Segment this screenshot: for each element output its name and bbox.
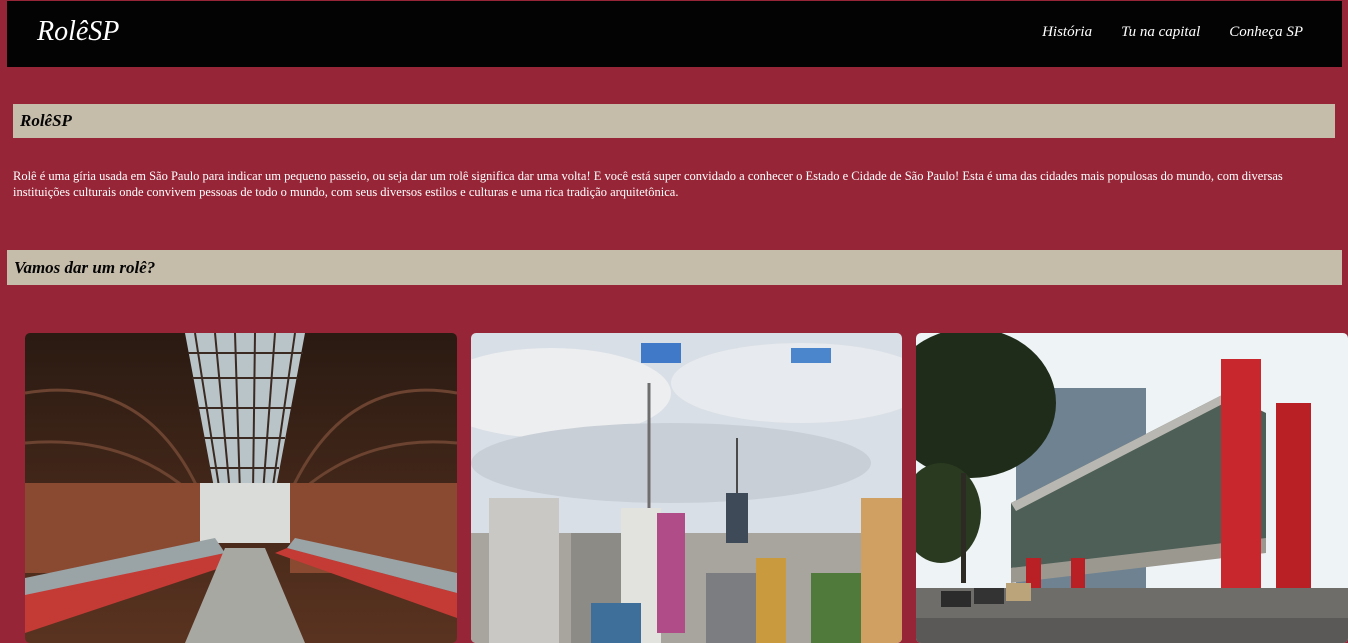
nav-link-historia[interactable]: História bbox=[1042, 24, 1092, 41]
intro-paragraph: Rolê é uma gíria usada em São Paulo para… bbox=[13, 169, 1283, 199]
brand-link[interactable]: RolêSP bbox=[37, 16, 119, 48]
train-station-image bbox=[25, 333, 457, 643]
section-heading-rolesp: RolêSP bbox=[13, 104, 1335, 138]
museum-building-image bbox=[916, 333, 1348, 643]
navbar: RolêSP História Tu na capital Conheça SP bbox=[7, 1, 1342, 67]
section-heading-text: Vamos dar um rolê? bbox=[14, 257, 156, 277]
city-skyline-image bbox=[471, 333, 902, 643]
city-skyline-photo[interactable] bbox=[471, 333, 902, 643]
museum-building-photo[interactable] bbox=[916, 333, 1348, 643]
nav-link-tu-na-capital[interactable]: Tu na capital bbox=[1121, 24, 1200, 41]
section-heading-vamos: Vamos dar um rolê? bbox=[7, 250, 1342, 285]
section-heading-text: RolêSP bbox=[20, 111, 72, 130]
nav-link-conheca-sp[interactable]: Conheça SP bbox=[1229, 24, 1303, 41]
nav-links: História Tu na capital Conheça SP bbox=[1042, 24, 1303, 41]
train-station-photo[interactable] bbox=[25, 333, 457, 643]
